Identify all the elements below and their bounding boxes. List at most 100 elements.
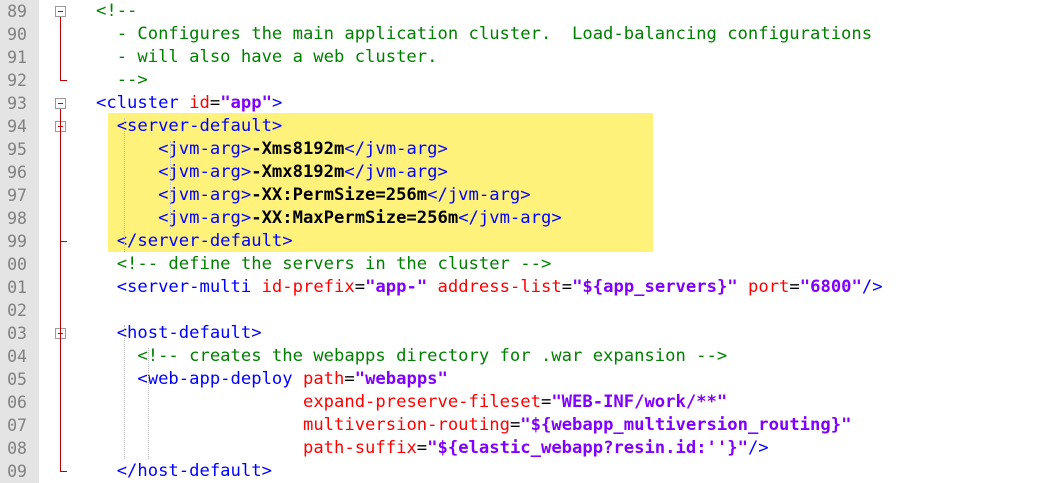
fold-line	[60, 132, 61, 241]
code-token: =	[789, 277, 800, 297]
code-token: <jvm-arg>	[96, 139, 252, 159]
code-token: =	[540, 392, 552, 412]
fold-end-marker	[60, 241, 67, 242]
code-line: - will also have a web cluster.	[96, 46, 438, 69]
line-number: 06	[7, 393, 27, 412]
code-line: <!-- define the servers in the cluster -…	[96, 253, 552, 276]
code-line: <jvm-arg>-Xms8192m</jvm-arg>	[96, 138, 448, 161]
line-number: 89	[7, 2, 27, 21]
code-token: "${app_servers}"	[572, 277, 738, 297]
line-number: 05	[7, 370, 27, 389]
code-token: </jvm-arg>	[344, 139, 448, 159]
code-token: </jvm-arg>	[344, 162, 448, 182]
line-number: 08	[7, 439, 27, 458]
line-number: 94	[7, 117, 27, 136]
code-token: =	[344, 369, 355, 389]
code-token: <jvm-arg>	[96, 185, 252, 205]
code-line: <cluster id="app">	[96, 92, 282, 115]
code-line: </server-default>	[96, 230, 293, 253]
code-line: expand-preserve-fileset="WEB-INF/work/**…	[96, 391, 727, 414]
code-token: "WEB-INF/work/**"	[551, 392, 728, 412]
code-token: <!-- creates the webapps directory for .…	[96, 346, 728, 366]
line-number: 02	[7, 301, 27, 320]
code-token: -Xms8192m	[251, 139, 345, 159]
code-token: port	[748, 277, 790, 297]
fold-toggle-icon[interactable]	[55, 98, 66, 109]
fold-toggle-icon[interactable]	[55, 6, 66, 17]
code-line: <jvm-arg>-XX:MaxPermSize=256m</jvm-arg>	[96, 207, 562, 230]
code-token: <!-- define the servers in the cluster -…	[96, 254, 552, 274]
line-number: 04	[7, 347, 27, 366]
code-token: - Configures the main application cluste…	[96, 24, 873, 44]
code-token: <jvm-arg>	[96, 162, 252, 182]
code-token: =	[354, 277, 366, 297]
code-token: id-prefix	[261, 277, 355, 297]
code-line: <!--	[96, 0, 137, 23]
code-token: path	[302, 369, 345, 389]
code-line: <!-- creates the webapps directory for .…	[96, 345, 727, 368]
code-token: =	[209, 93, 221, 113]
code-token: "webapps"	[354, 369, 448, 389]
indent-guide	[170, 141, 171, 229]
code-line: </host-default>	[96, 460, 272, 483]
line-number: 03	[7, 324, 27, 343]
code-token: </jvm-arg>	[427, 185, 531, 205]
code-token: id	[189, 93, 210, 113]
code-line: <host-default>	[96, 322, 262, 345]
code-token: </host-default>	[96, 461, 272, 481]
code-token: expand-preserve-fileset	[302, 392, 541, 412]
code-token: =	[509, 415, 521, 435]
code-token: path-suffix	[302, 438, 417, 458]
line-number: 93	[7, 94, 27, 113]
line-number: 96	[7, 163, 27, 182]
code-line: <jvm-arg>-XX:PermSize=256m</jvm-arg>	[96, 184, 531, 207]
indent-guide	[124, 325, 125, 459]
code-token: "${webapp_multiversion_routing}"	[520, 415, 852, 435]
code-token: =	[561, 277, 573, 297]
code-token: address-list	[437, 277, 562, 297]
indent-guide	[148, 348, 149, 459]
line-number: 07	[7, 416, 27, 435]
code-line: path-suffix="${elastic_webapp?resin.id:'…	[96, 437, 769, 460]
code-token: <!--	[96, 1, 138, 21]
indent-guide	[124, 118, 125, 252]
code-token: -Xmx8192m	[251, 162, 345, 182]
code-line: -->	[96, 69, 148, 92]
code-line: <server-multi id-prefix="app-" address-l…	[96, 276, 883, 299]
code-token: -->	[96, 70, 148, 90]
code-token: <cluster	[96, 93, 190, 113]
line-number: 91	[7, 48, 27, 67]
line-number: 99	[7, 232, 27, 251]
code-token: />	[747, 438, 769, 458]
code-token: </jvm-arg>	[458, 208, 562, 228]
line-number: 97	[7, 186, 27, 205]
line-number: 00	[7, 255, 27, 274]
code-token: />	[861, 277, 883, 297]
code-token: multiversion-routing	[302, 415, 510, 435]
code-token: "app"	[220, 93, 272, 113]
code-token: "6800"	[799, 277, 862, 297]
code-token: >	[271, 93, 283, 113]
line-number: 98	[7, 209, 27, 228]
code-token: <jvm-arg>	[96, 208, 252, 228]
fold-end-marker	[60, 80, 67, 81]
code-line: - Configures the main application cluste…	[96, 23, 872, 46]
code-token: -XX:PermSize=256m	[251, 185, 428, 205]
code-line: <jvm-arg>-Xmx8192m</jvm-arg>	[96, 161, 448, 184]
code-token: "app-"	[365, 277, 428, 297]
fold-line	[60, 339, 61, 471]
code-token: <host-default>	[96, 323, 262, 343]
fold-line	[60, 17, 61, 80]
code-token: </server-default>	[96, 231, 293, 251]
line-number: 92	[7, 71, 27, 90]
code-token: <server-multi	[96, 277, 262, 297]
code-token: -XX:MaxPermSize=256m	[251, 208, 459, 228]
line-number: 09	[7, 462, 27, 481]
line-number: 95	[7, 140, 27, 159]
code-token: - will also have a web cluster.	[96, 47, 438, 67]
code-token: <web-app-deploy	[96, 369, 303, 389]
